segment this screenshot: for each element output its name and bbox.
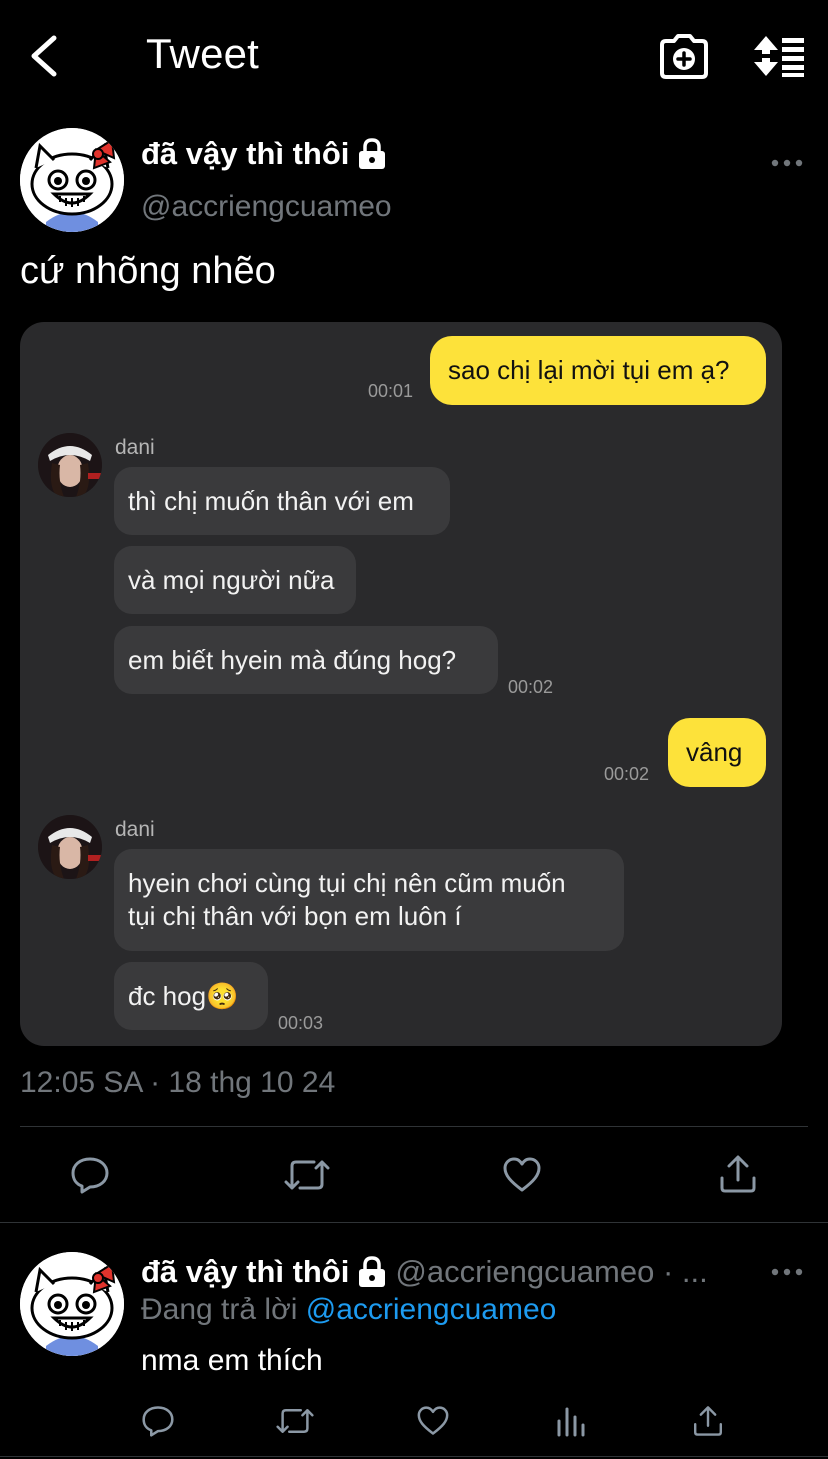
their-message-bubble: đc hog🥺 <box>114 962 268 1030</box>
message-time: 00:02 <box>508 677 554 697</box>
avatar[interactable] <box>20 128 124 232</box>
contact-photo-icon <box>38 815 102 879</box>
reply-author-name: đã vậy thì thôi <box>141 1254 350 1289</box>
message-time: 00:02 <box>604 764 650 784</box>
retweet-icon[interactable] <box>284 1156 330 1194</box>
share-icon[interactable] <box>718 1154 758 1194</box>
replying-to-label: Đang trả lời <box>141 1293 298 1326</box>
message-text: vâng <box>686 737 743 767</box>
replying-to: Đang trả lời @accriengcuameo <box>141 1293 556 1327</box>
bar-chart-icon[interactable] <box>556 1405 586 1437</box>
share-icon[interactable] <box>692 1404 724 1438</box>
divider <box>0 1222 828 1223</box>
my-message-bubble: vâng <box>668 718 766 787</box>
tweet-timestamp[interactable]: 12:05 SA · 18 thg 10 24 <box>20 1066 335 1100</box>
message-text: và mọi người nữa <box>128 564 335 595</box>
author-name-text: đã vậy thì thôi <box>141 136 350 171</box>
their-message-bubble: thì chị muốn thân với em <box>114 467 450 535</box>
more-horizontal-icon[interactable] <box>770 156 804 170</box>
contact-avatar <box>38 433 102 497</box>
contact-avatar <box>38 815 102 879</box>
camera-plus-icon[interactable] <box>660 33 708 79</box>
author-handle[interactable]: @accriengcuameo <box>141 190 392 224</box>
chat-screenshot[interactable]: 00:01 sao chị lại mời tụi em ạ? dani thì… <box>20 322 782 1046</box>
heart-icon[interactable] <box>416 1406 450 1436</box>
comment-icon[interactable] <box>141 1405 175 1437</box>
message-time: 00:01 <box>368 381 414 401</box>
contact-photo-icon <box>38 433 102 497</box>
back-chevron-icon[interactable] <box>26 34 66 78</box>
reply-handle: @accriengcuameo · ... <box>395 1254 708 1289</box>
author-name[interactable]: đã vậy thì thôi <box>141 136 387 172</box>
tweet-text: cứ nhõng nhẽo <box>20 250 276 292</box>
message-time: 00:03 <box>278 1013 324 1033</box>
cat-avatar-icon <box>20 1252 124 1356</box>
divider <box>20 1126 808 1127</box>
sender-name: dani <box>115 818 155 841</box>
page-title: Tweet <box>146 30 260 77</box>
lock-icon <box>359 138 386 169</box>
reply-author[interactable]: đã vậy thì thôi @accriengcuameo · ... <box>141 1254 741 1290</box>
their-message-bubble: và mọi người nữa <box>114 546 356 614</box>
my-message-bubble: sao chị lại mời tụi em ạ? <box>430 336 766 405</box>
message-text: thì chị muốn thân với em <box>128 485 414 516</box>
their-message-bubble: hyein chơi cùng tụi chị nên cũm muốn tụi… <box>114 849 624 951</box>
reply-avatar[interactable] <box>20 1252 124 1356</box>
sort-replies-icon[interactable] <box>754 34 806 78</box>
message-text-line: hyein chơi cùng tụi chị nên cũm muốn <box>128 868 566 898</box>
retweet-icon[interactable] <box>276 1405 314 1437</box>
message-text: sao chị lại mời tụi em ạ? <box>448 355 730 385</box>
message-text: đc hog🥺 <box>128 980 239 1011</box>
reply-text: nma em thích <box>141 1344 323 1377</box>
lock-icon <box>359 1256 386 1287</box>
comment-icon[interactable] <box>70 1156 110 1194</box>
message-text-line: tụi chị thân với bọn em luôn í <box>128 901 462 931</box>
more-horizontal-icon[interactable] <box>770 1265 804 1279</box>
heart-icon[interactable] <box>502 1157 542 1193</box>
message-text: em biết hyein mà đúng hog? <box>128 644 457 675</box>
replying-to-link[interactable]: @accriengcuameo <box>306 1293 557 1326</box>
cat-avatar-icon <box>20 128 124 232</box>
divider <box>0 1456 828 1457</box>
their-message-bubble: em biết hyein mà đúng hog? <box>114 626 498 694</box>
sender-name: dani <box>115 436 155 459</box>
